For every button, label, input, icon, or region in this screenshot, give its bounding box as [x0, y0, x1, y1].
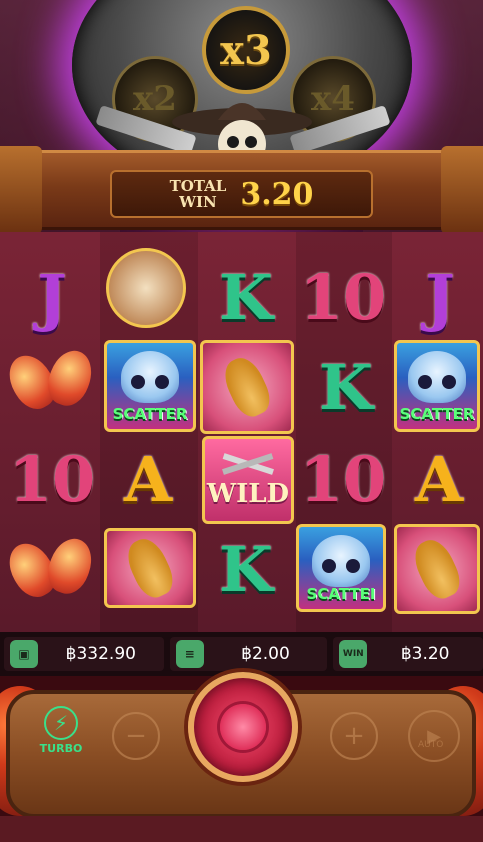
- guitar-icon: [218, 352, 276, 422]
- wild-label: WILD: [206, 479, 290, 509]
- symbol-a: A: [123, 442, 173, 516]
- turbo-button[interactable]: ⚡ TURBO: [36, 706, 86, 762]
- total-win-label: TOTAL WIN: [169, 177, 227, 211]
- scatter-label: SCATTER: [112, 405, 188, 423]
- increase-bet-button[interactable]: +: [330, 712, 378, 760]
- scatter-label: SCATTER: [399, 405, 475, 423]
- win-display: WIN ฿3.20: [333, 637, 483, 671]
- banner-end-right: [441, 146, 483, 234]
- win-value: ฿3.20: [400, 644, 450, 664]
- symbol-k: K: [319, 350, 373, 424]
- balance-value: ฿332.90: [65, 644, 136, 664]
- bet-value: ฿2.00: [241, 644, 290, 664]
- symbol-wild: WILD: [202, 436, 294, 524]
- multiplier-x3-active: x3: [202, 6, 290, 94]
- autoplay-button[interactable]: ▶: [408, 710, 460, 762]
- bet-display: ≡ ฿2.00: [169, 637, 328, 671]
- guitar-icon: [408, 534, 466, 604]
- guitar-icon: [121, 533, 179, 603]
- symbol-j: J: [37, 260, 67, 334]
- symbol-a: A: [414, 442, 464, 516]
- reel-grid: J K 10 J SCATTER K SCATTER 10 A WILD 10 …: [0, 232, 483, 632]
- info-bar: ▣ ฿332.90 ≡ ฿2.00 WIN ฿3.20: [0, 632, 483, 676]
- symbol-10: 10: [8, 442, 96, 516]
- symbol-k: K: [219, 260, 273, 334]
- flower-icon: [220, 704, 266, 750]
- decrease-bet-button[interactable]: −: [112, 712, 160, 760]
- crossed-pistols-icon: [222, 453, 274, 475]
- symbol-scatter: SCATTEI: [296, 524, 386, 612]
- wallet-icon: ▣: [10, 640, 38, 668]
- footer-strip: [0, 816, 483, 842]
- lightning-bolt-icon: ⚡: [44, 706, 78, 740]
- symbol-j: J: [425, 260, 455, 334]
- symbol-guitar: [394, 524, 480, 614]
- symbol-scatter: SCATTER: [394, 340, 480, 432]
- symbol-10: 10: [299, 260, 387, 334]
- symbol-guitar: [104, 528, 196, 608]
- autoplay-label: AUTO: [418, 740, 444, 750]
- spin-button[interactable]: [188, 672, 298, 782]
- banner-end-left: [0, 146, 42, 234]
- symbol-scatter: SCATTER: [104, 340, 196, 432]
- sugar-skull-icon: [408, 351, 466, 403]
- symbol-mariachi-character: [106, 248, 186, 328]
- win-icon: WIN: [339, 640, 368, 668]
- scatter-label: SCATTEI: [306, 585, 376, 603]
- symbol-10: 10: [299, 442, 387, 516]
- sugar-skull-icon: [312, 535, 370, 587]
- turbo-label: TURBO: [39, 742, 83, 755]
- coins-icon: ≡: [175, 640, 204, 668]
- symbol-guitar: [200, 340, 294, 434]
- symbol-k: K: [219, 532, 273, 606]
- sugar-skull-icon: [121, 351, 179, 403]
- total-win-value: 3.20: [240, 176, 314, 212]
- total-win-display: TOTAL WIN 3.20: [110, 170, 373, 218]
- balance-display: ▣ ฿332.90: [4, 637, 164, 671]
- game-screen: x2 x3 x4 TOTAL WIN 3.20 J K 10 J SCATTER…: [0, 0, 483, 842]
